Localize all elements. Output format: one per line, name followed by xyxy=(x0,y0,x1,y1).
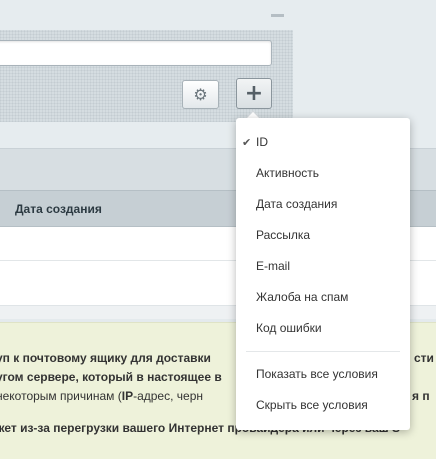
menu-item-label: ID xyxy=(256,135,268,149)
menu-item-mailing[interactable]: Рассылка xyxy=(236,220,410,251)
menu-item-error-code[interactable]: Код ошибки xyxy=(236,313,410,344)
menu-item-label: Активность xyxy=(256,166,320,180)
message-line-1: уп к почтовому ящику для доставки xyxy=(0,351,211,365)
message-line-2: угом сервере, который в настоящее в xyxy=(0,370,222,384)
minimize-icon[interactable] xyxy=(271,14,284,17)
menu-action-label: Скрыть все условия xyxy=(256,398,368,412)
menu-item-spam-complaint[interactable]: Жалоба на спам xyxy=(236,282,410,313)
show-all-conditions[interactable]: Показать все условия xyxy=(236,359,410,390)
message-line-3c: -адрес, черн xyxy=(133,389,203,403)
message-line-1-tail: сти xyxy=(414,351,434,365)
menu-item-id[interactable]: ✔ ID xyxy=(236,127,410,158)
menu-item-label: E-mail xyxy=(256,259,291,273)
hide-all-conditions[interactable]: Скрыть все условия xyxy=(236,390,410,421)
menu-item-label: Дата создания xyxy=(256,197,338,211)
menu-item-activity[interactable]: Активность xyxy=(236,158,410,189)
menu-item-label: Рассылка xyxy=(256,228,311,242)
message-line-3a: некоторым причинам ( xyxy=(0,389,122,403)
filter-settings-button[interactable]: ⚙ xyxy=(182,80,219,109)
gear-icon: ⚙ xyxy=(193,84,208,104)
menu-item-label: Код ошибки xyxy=(256,321,322,335)
add-field-button[interactable]: + xyxy=(236,78,272,109)
message-line-3-tail: я п xyxy=(412,389,430,403)
check-icon: ✔ xyxy=(242,136,252,149)
filter-search-input[interactable] xyxy=(0,40,272,66)
menu-item-label: Жалоба на спам xyxy=(256,290,349,304)
plus-icon: + xyxy=(244,80,264,106)
menu-action-label: Показать все условия xyxy=(256,367,378,381)
column-header-date-created[interactable]: Дата создания xyxy=(15,202,102,216)
field-select-popup: ✔ ID Активность Дата создания Рассылка E… xyxy=(236,118,410,430)
menu-item-date-created[interactable]: Дата создания xyxy=(236,189,410,220)
message-line-3b: IP xyxy=(121,389,134,403)
menu-item-email[interactable]: E-mail xyxy=(236,251,410,282)
menu-separator xyxy=(246,351,400,352)
